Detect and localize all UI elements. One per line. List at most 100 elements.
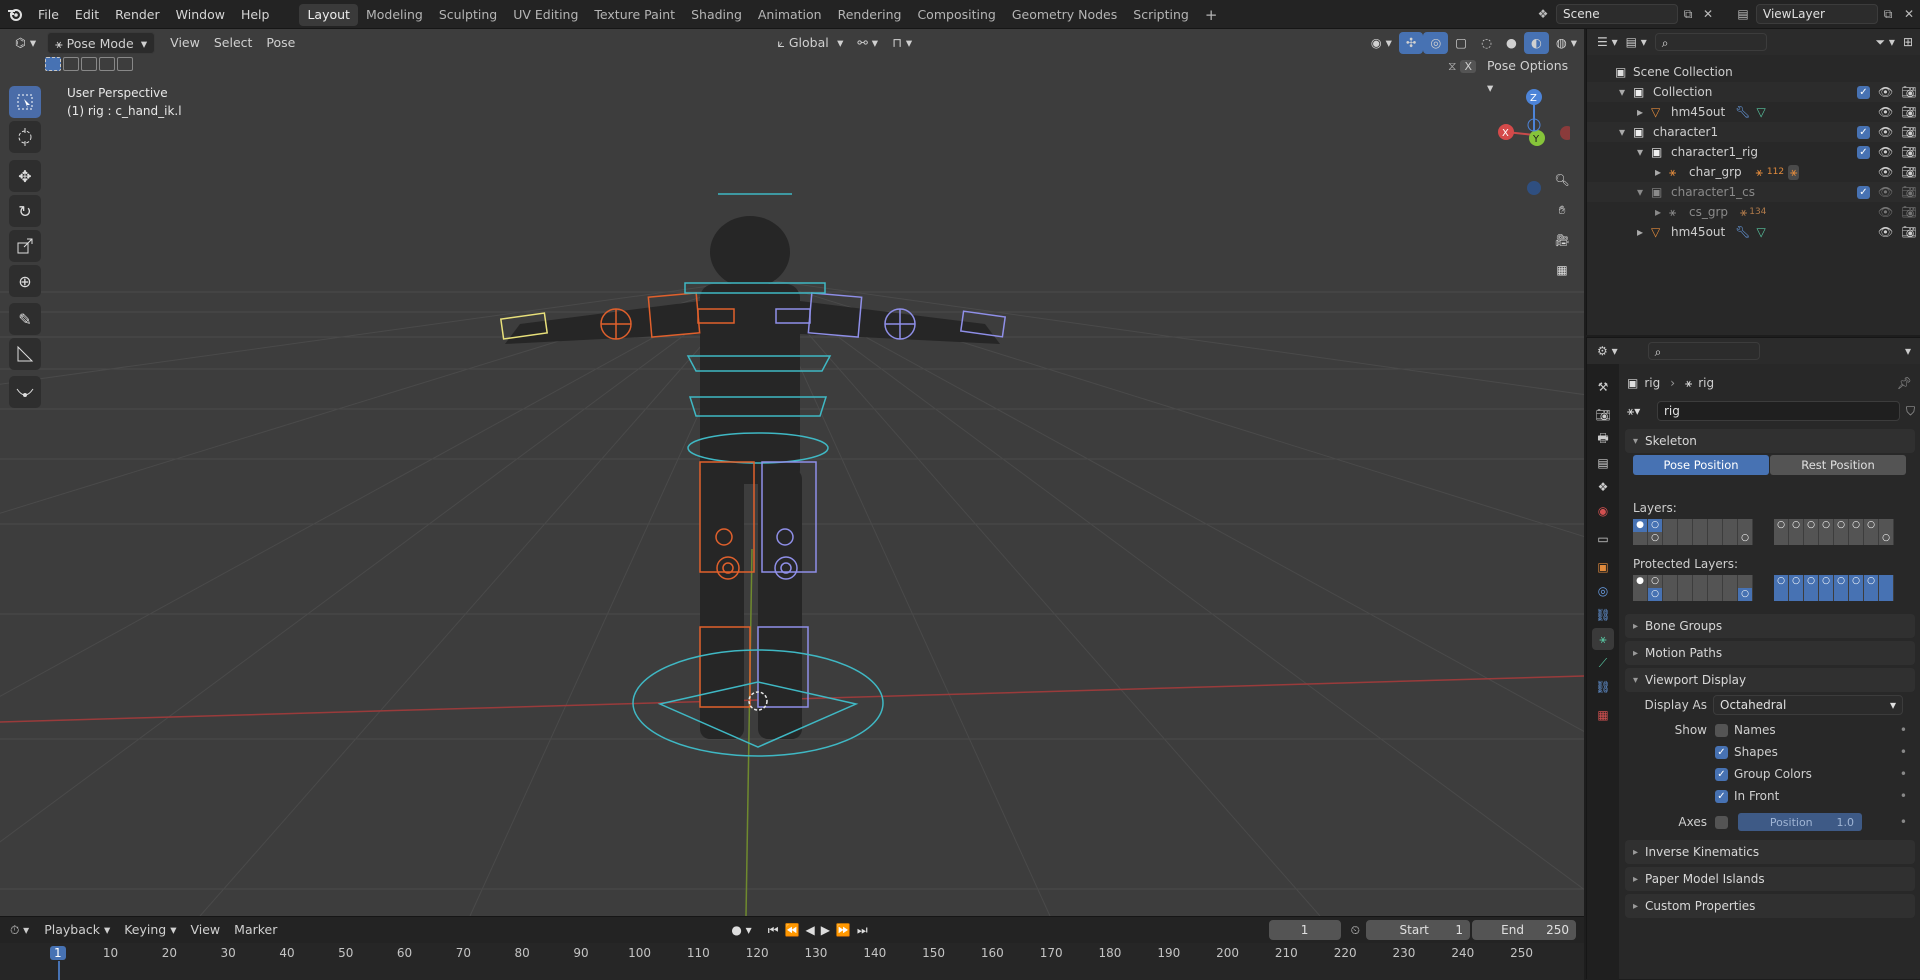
layer-cell[interactable]: [1738, 575, 1753, 588]
menu-view[interactable]: View: [163, 32, 207, 54]
eye-icon[interactable]: 👁︎: [1878, 205, 1893, 219]
texture-tab-icon[interactable]: ▦: [1592, 704, 1614, 726]
bone-tab-icon[interactable]: ⟋: [1592, 652, 1614, 674]
layer-cell[interactable]: [1723, 575, 1738, 588]
rendered-shading-icon[interactable]: ◍ ▾: [1549, 32, 1584, 54]
layer-cell[interactable]: [1708, 532, 1723, 545]
view-layer-icon[interactable]: ▤: [1730, 7, 1756, 21]
end-frame-field[interactable]: End 250: [1472, 920, 1576, 940]
layer-cell[interactable]: [1633, 588, 1648, 601]
cursor-tool[interactable]: [9, 121, 41, 153]
layer-cell[interactable]: [1678, 575, 1693, 588]
layer-cell[interactable]: ○: [1819, 519, 1834, 532]
visibility-icon[interactable]: ◉ ▾: [1364, 32, 1399, 54]
material-shading-icon[interactable]: ◐: [1523, 32, 1549, 54]
eye-icon[interactable]: 👁︎: [1878, 185, 1893, 199]
tab-geometry-nodes[interactable]: Geometry Nodes: [1004, 4, 1125, 26]
xray-icon[interactable]: ▢: [1448, 32, 1474, 54]
render-camera-icon[interactable]: 📷︎: [1901, 165, 1916, 179]
preview-range-clock-icon[interactable]: ⏲: [1351, 923, 1360, 938]
layer-cell[interactable]: [1879, 588, 1894, 601]
layer-cell[interactable]: ○: [1648, 588, 1663, 601]
protected-layers-grid-right[interactable]: ○ ○ ○ ○ ○ ○ ○: [1774, 575, 1894, 601]
new-view-layer-icon[interactable]: ⧉: [1878, 7, 1898, 22]
armature-data-icon[interactable]: ⚹▾: [1627, 404, 1657, 419]
timeline-view-menu[interactable]: View: [183, 919, 227, 941]
layers-grid-left[interactable]: ● ○ ○ ○: [1633, 519, 1753, 545]
annotate-tool[interactable]: ✎: [9, 303, 41, 335]
editor-type-icon[interactable]: ⌬ ▾: [8, 32, 43, 54]
exclude-checkbox[interactable]: ✓: [1857, 145, 1870, 159]
tab-layout[interactable]: Layout: [299, 4, 358, 26]
layer-cell[interactable]: ○: [1738, 532, 1753, 545]
names-checkbox[interactable]: [1715, 723, 1728, 737]
panel-motion-paths-header[interactable]: ▸ Motion Paths: [1625, 641, 1915, 665]
overlays-icon[interactable]: ◎: [1423, 32, 1449, 54]
select-intersect-icon[interactable]: [117, 57, 133, 71]
layer-cell[interactable]: [1804, 532, 1819, 545]
tool-tab-icon[interactable]: ⚒: [1592, 376, 1614, 398]
select-subtract-icon[interactable]: [81, 57, 97, 71]
layer-cell[interactable]: [1849, 532, 1864, 545]
start-frame-field[interactable]: Start 1: [1366, 920, 1470, 940]
layer-cell[interactable]: [1633, 532, 1648, 545]
exclude-checkbox[interactable]: ✓: [1857, 185, 1870, 199]
panel-bone-groups-header[interactable]: ▸ Bone Groups: [1625, 614, 1915, 638]
layer-cell[interactable]: ○: [1864, 519, 1879, 532]
move-tool[interactable]: ✥: [9, 160, 41, 192]
pin-icon[interactable]: 📌︎: [1897, 376, 1912, 390]
remove-scene-icon[interactable]: ✕: [1698, 7, 1718, 21]
layer-cell[interactable]: ○: [1819, 575, 1834, 588]
eye-icon[interactable]: 👁︎: [1878, 145, 1893, 159]
shapes-checkbox[interactable]: ✓: [1715, 745, 1728, 759]
layer-cell[interactable]: [1708, 519, 1723, 532]
layer-cell[interactable]: [1693, 532, 1708, 545]
layer-cell[interactable]: [1849, 588, 1864, 601]
in-front-checkbox[interactable]: ✓: [1715, 789, 1728, 803]
mirror-icon[interactable]: ⧖: [1448, 59, 1456, 74]
outliner-editor-icon[interactable]: ☰ ▾: [1597, 35, 1618, 49]
panel-skeleton-header[interactable]: ▾ Skeleton: [1625, 429, 1915, 453]
eye-icon[interactable]: 👁︎: [1878, 105, 1893, 119]
tab-sculpting[interactable]: Sculpting: [431, 4, 505, 26]
outliner-row-scene-collection[interactable]: ▣ Scene Collection: [1587, 62, 1920, 82]
layer-cell[interactable]: [1663, 588, 1678, 601]
tab-uv-editing[interactable]: UV Editing: [505, 4, 586, 26]
eye-icon[interactable]: 👁︎: [1878, 225, 1893, 239]
axes-position-slider[interactable]: Position 1.0: [1738, 813, 1862, 831]
solid-shading-icon[interactable]: ●: [1499, 32, 1524, 54]
ortho-grid-icon[interactable]: ▦: [1548, 256, 1576, 284]
transform-orientation-dropdown[interactable]: ⟀ Global ▾: [770, 32, 850, 54]
play-reverse-icon[interactable]: ◀: [805, 923, 814, 938]
protected-layers-grid-left[interactable]: ● ○ ○ ○: [1633, 575, 1753, 601]
tab-scripting[interactable]: Scripting: [1125, 4, 1197, 26]
layer-cell[interactable]: [1879, 519, 1894, 532]
jump-start-icon[interactable]: ⏮: [768, 923, 779, 938]
play-icon[interactable]: ▶: [821, 923, 830, 938]
panel-viewport-display-header[interactable]: ▾ Viewport Display: [1625, 668, 1915, 692]
render-camera-icon[interactable]: 📷︎: [1901, 145, 1916, 159]
view-layer-field[interactable]: ViewLayer: [1756, 4, 1878, 24]
layer-cell[interactable]: [1789, 588, 1804, 601]
transform-tool[interactable]: ⊕: [9, 265, 41, 297]
select-new-icon[interactable]: [45, 57, 61, 71]
render-camera-icon[interactable]: 📷︎: [1901, 205, 1916, 219]
layer-cell[interactable]: [1708, 588, 1723, 601]
object-tab-icon[interactable]: ▣: [1592, 556, 1614, 578]
layer-cell[interactable]: [1834, 532, 1849, 545]
render-tab-icon[interactable]: 📷︎: [1592, 404, 1614, 426]
layer-cell[interactable]: [1804, 588, 1819, 601]
marker-menu[interactable]: Marker: [227, 919, 284, 941]
playhead-line[interactable]: [58, 961, 60, 980]
layer-cell[interactable]: [1693, 575, 1708, 588]
layer-cell[interactable]: ○: [1648, 575, 1663, 588]
group-colors-checkbox[interactable]: ✓: [1715, 767, 1728, 781]
exclude-checkbox[interactable]: ✓: [1857, 125, 1870, 139]
layer-cell[interactable]: [1678, 532, 1693, 545]
layer-cell[interactable]: ●: [1633, 575, 1648, 588]
layer-cell[interactable]: ○: [1834, 519, 1849, 532]
mode-dropdown[interactable]: ⚹ Pose Mode ▾: [47, 32, 156, 54]
rotate-tool[interactable]: ↻: [9, 195, 41, 227]
layer-cell[interactable]: [1678, 588, 1693, 601]
world-tab-icon[interactable]: ◉: [1592, 500, 1614, 522]
